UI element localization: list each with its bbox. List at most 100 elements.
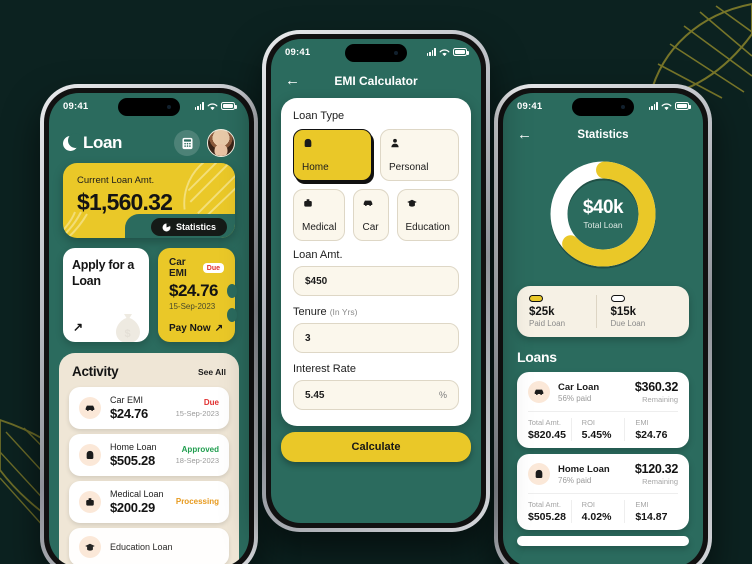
quick-actions-row: Apply for a Loan ↗ $ Car EMI Due $24.76 … — [49, 238, 249, 352]
loan-card-header: Car Loan 56% paid $360.32 Remaining — [528, 380, 678, 411]
emi-amount: $24.76 — [169, 281, 219, 300]
loan-stat-label: EMI — [635, 500, 649, 509]
loan-card-next-partial[interactable] — [517, 536, 689, 546]
avatar[interactable] — [207, 129, 235, 157]
pie-chart-icon — [162, 223, 171, 231]
list-item[interactable]: Medical Loan $200.29 Processing — [69, 481, 229, 523]
list-item-amount: $24.76 — [110, 406, 148, 421]
status-icons — [194, 102, 237, 111]
loan-card-home[interactable]: Home Loan 76% paid $120.32 Remaining Tot… — [517, 454, 689, 530]
legend-dot-paid-icon — [529, 295, 543, 302]
loan-type-label-education: Education — [405, 222, 450, 233]
apply-loan-title: Apply for a Loan — [72, 258, 134, 288]
car-icon — [79, 397, 101, 419]
loan-card-car[interactable]: Car Loan 56% paid $360.32 Remaining Tota… — [517, 372, 689, 448]
percent-suffix: % — [438, 390, 447, 400]
interest-rate-label: Interest Rate — [293, 363, 356, 375]
loan-remaining-label: Remaining — [642, 395, 678, 404]
list-item[interactable]: Education Loan — [69, 528, 229, 564]
list-item-name: Home Loan — [110, 442, 157, 452]
activity-header: Activity See All — [69, 364, 229, 387]
pay-now-button[interactable]: Pay Now ↗ — [169, 323, 223, 334]
list-item-date: 15-Sep-2023 — [175, 409, 219, 418]
apply-loan-card[interactable]: Apply for a Loan ↗ $ — [63, 248, 149, 342]
battery-icon — [453, 48, 469, 56]
list-item-amount: $505.28 — [110, 453, 155, 468]
pay-now-label: Pay Now — [169, 323, 211, 334]
status-bar: 09:41 — [271, 39, 481, 65]
car-icon — [364, 200, 373, 206]
list-item[interactable]: Car EMI $24.76 Due 15-Sep-2023 — [69, 387, 229, 429]
wifi-icon — [661, 102, 672, 110]
screen-header: ← EMI Calculator — [271, 65, 481, 96]
calculator-button[interactable] — [174, 130, 200, 156]
loan-stat-value: $820.45 — [528, 429, 566, 441]
loan-name: Home Loan — [558, 463, 610, 475]
loan-stat-total: Total Amt. $505.28 — [528, 500, 571, 523]
status-badge: Approved — [181, 445, 219, 454]
arrow-up-right-icon: ↗ — [73, 320, 84, 334]
dynamic-island — [118, 98, 180, 116]
loan-type-home[interactable]: Home — [293, 129, 372, 181]
loan-amount-input[interactable]: $450 — [293, 266, 459, 296]
loan-stats-row: Total Amt. $820.45 ROI 5.45% EMI $24.76 — [528, 411, 678, 441]
list-item-main: Home Loan $505.28 — [110, 442, 167, 468]
loan-stat-value: $505.28 — [528, 511, 566, 523]
donut-center-label: $40k Total Loan — [503, 197, 703, 230]
loan-type-personal[interactable]: Personal — [380, 129, 459, 181]
loan-stat-value: 5.45% — [581, 429, 612, 441]
loan-stat-value: $14.87 — [635, 511, 668, 523]
home-header: Loan — [49, 119, 249, 163]
loan-progress: 56% paid — [558, 393, 592, 403]
legend-caption-due: Due Loan — [610, 319, 646, 328]
car-emi-card[interactable]: Car EMI Due $24.76 15-Sep-2023 Pay Now ↗ — [158, 248, 243, 352]
battery-icon — [675, 102, 691, 110]
tenure-input[interactable]: 3 — [293, 323, 459, 353]
list-item[interactable]: Home Loan $505.28 Approved 18-Sep-2023 — [69, 434, 229, 476]
status-badge: Processing — [175, 496, 219, 506]
loan-type-car[interactable]: Car — [353, 189, 389, 241]
loan-type-label: Loan Type — [293, 110, 345, 122]
graduation-cap-icon — [79, 536, 101, 558]
calculate-label: Calculate — [351, 441, 401, 453]
loan-stat-label: Total Amt. — [528, 500, 561, 509]
status-icons — [648, 102, 691, 111]
legend-item-due: $15k Due Loan — [595, 295, 678, 328]
loan-type-education[interactable]: Education — [396, 189, 459, 241]
arrow-up-right-icon: ↗ — [214, 323, 224, 334]
home-icon — [304, 138, 312, 147]
list-item-meta: Due 15-Sep-2023 — [176, 398, 219, 418]
medical-bag-icon — [79, 491, 101, 513]
statistics-button[interactable]: Statistics — [150, 218, 227, 236]
loan-stat-value: 4.02% — [581, 511, 612, 523]
loan-stat-roi: ROI 5.45% — [570, 418, 625, 441]
loan-type-medical[interactable]: Medical — [293, 189, 346, 241]
loan-type-row-2: Medical Car Education — [293, 189, 459, 241]
loan-type-label-personal: Personal — [389, 162, 429, 173]
wifi-icon — [207, 102, 218, 110]
legend-caption-paid: Paid Loan — [529, 319, 566, 328]
dynamic-island — [345, 44, 407, 62]
list-item-main: Education Loan — [110, 542, 219, 552]
donut-chart: $40k Total Loan — [503, 146, 703, 286]
graduation-cap-icon — [406, 199, 417, 207]
arrow-left-icon[interactable]: ← — [285, 73, 300, 88]
tenure-label: Tenure (In Yrs) — [293, 306, 459, 318]
moon-logo-icon — [63, 132, 83, 151]
statistics-screen: 09:41 ← Statistics $40k Total Loan $25k … — [503, 93, 703, 564]
loan-card-main: Car Loan 56% paid — [558, 382, 627, 403]
calculate-button[interactable]: Calculate — [281, 432, 471, 462]
phone-bezel: 09:41 ← EMI Calculator Loan Type Home Pe… — [266, 34, 486, 528]
calculator-icon — [181, 137, 193, 149]
legend-card: $25k Paid Loan $15k Due Loan — [517, 286, 689, 337]
loan-stat-roi: ROI 4.02% — [570, 500, 625, 523]
see-all-link[interactable]: See All — [198, 367, 226, 377]
loan-stat-label: ROI — [581, 418, 596, 427]
loan-card-remaining: $120.32 Remaining — [635, 462, 678, 486]
loan-amount-label: Loan Amt. — [293, 249, 343, 261]
loan-stat-total: Total Amt. $820.45 — [528, 418, 571, 441]
wifi-icon — [439, 48, 450, 56]
loan-stat-label: EMI — [635, 418, 649, 427]
interest-rate-input[interactable]: 5.45 % — [293, 380, 459, 410]
home-icon — [79, 444, 101, 466]
